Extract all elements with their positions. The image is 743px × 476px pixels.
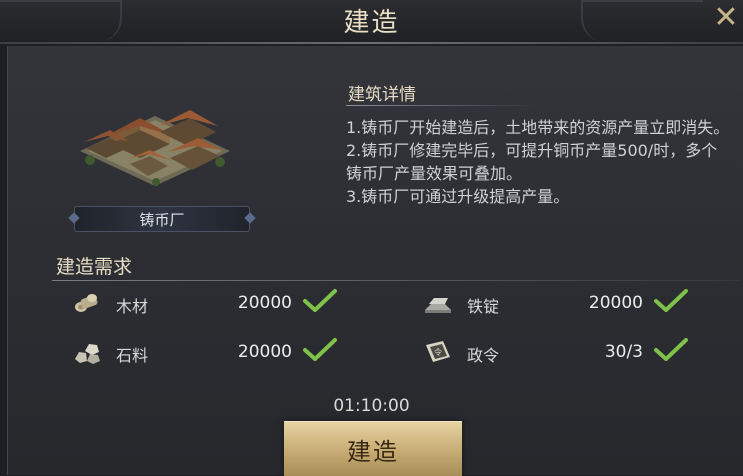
check-icon xyxy=(654,289,688,312)
requirement-amount: 20000 xyxy=(237,342,292,362)
requirement-name: 木材 xyxy=(116,297,149,316)
check-icon xyxy=(303,289,337,312)
build-button[interactable]: 建造 xyxy=(284,421,462,476)
detail-line-1: 1.铸币厂开始建造后，土地带来的资源产量立即消失。 xyxy=(346,118,730,137)
requirement-amount: 20000 xyxy=(588,293,643,313)
requirements-divider xyxy=(52,280,740,281)
requirement-name: 政令 xyxy=(467,346,500,365)
details-divider xyxy=(346,105,536,106)
requirement-name: 石料 xyxy=(116,346,149,365)
detail-line-3: 3.铸币厂可通过升级提高产量。 xyxy=(346,187,570,206)
details-title: 建筑详情 xyxy=(348,85,416,105)
building-name-plate: 铸币厂 xyxy=(68,206,256,232)
requirement-stone: 石料 20000 xyxy=(72,338,372,369)
iron-ingot-icon xyxy=(425,298,451,313)
requirement-iron-ingot: 铁锭 20000 xyxy=(423,289,723,320)
requirement-wood: 木材 20000 xyxy=(72,289,372,320)
header-bar: 建造 ✕ xyxy=(0,0,743,44)
detail-line-2: 2.铸币厂修建完毕后，可提升铜币产量500/时，多个铸币厂产量效果可叠加。 xyxy=(346,141,718,183)
requirements-title: 建造需求 xyxy=(56,256,133,278)
check-icon xyxy=(654,338,688,361)
requirement-decree: 令 政令 30/3 xyxy=(423,338,723,369)
stone-icon xyxy=(75,344,100,364)
close-icon[interactable]: ✕ xyxy=(709,0,743,35)
dialog-title: 建造 xyxy=(343,8,400,38)
building-name: 铸币厂 xyxy=(139,210,185,229)
requirement-name: 铁锭 xyxy=(467,297,500,316)
wood-icon xyxy=(75,294,98,312)
mint-building-art xyxy=(80,110,230,186)
build-timer: 01:10:00 xyxy=(333,396,410,416)
requirement-amount: 30/3 xyxy=(604,342,643,362)
svg-text:令: 令 xyxy=(434,347,442,357)
decree-icon: 令 xyxy=(426,341,450,362)
check-icon xyxy=(303,338,337,361)
requirement-amount: 20000 xyxy=(237,293,292,313)
details-text: 1.铸币厂开始建造后，土地带来的资源产量立即消失。 2.铸币厂修建完毕后，可提升… xyxy=(346,116,731,208)
